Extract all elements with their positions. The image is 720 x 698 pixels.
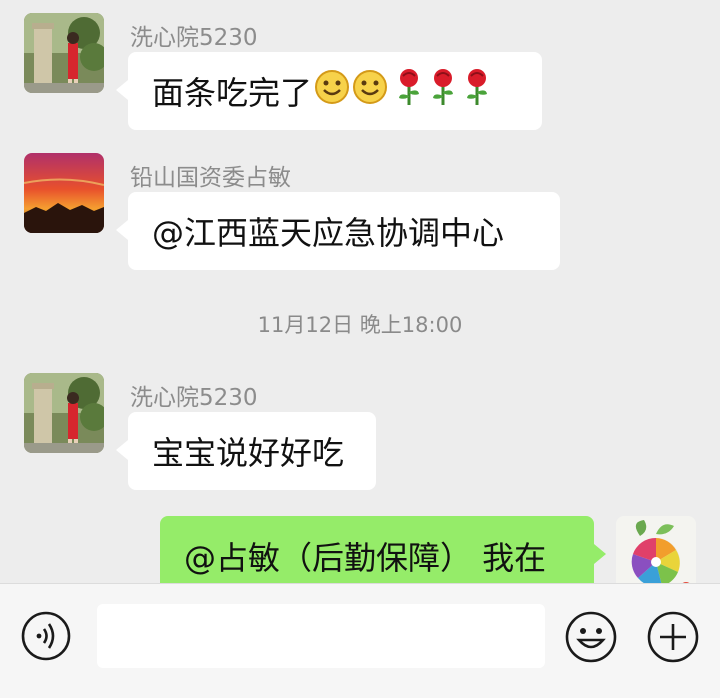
chat-area: 洗心院5230 面条吃完了 铅山国资委占敏 @江西蓝天应急协调中心 11月12日… xyxy=(0,0,720,583)
avatar[interactable] xyxy=(24,373,104,453)
avatar-photo-garden xyxy=(24,373,104,453)
avatar[interactable] xyxy=(24,13,104,93)
rose-emoji-icon xyxy=(394,68,424,114)
message-bubble[interactable]: @江西蓝天应急协调中心 xyxy=(116,192,560,270)
plus-icon[interactable] xyxy=(646,610,700,668)
input-bar xyxy=(0,583,720,698)
message-bubble[interactable]: 宝宝说好好吃 xyxy=(116,412,376,490)
smile-emoji-icon xyxy=(352,69,388,113)
message-bubble-outgoing[interactable]: @占敏（后勤保障） 我在 xyxy=(160,516,606,583)
message-input[interactable] xyxy=(97,604,545,668)
avatar[interactable] xyxy=(24,153,104,233)
avatar-photo-garden xyxy=(24,13,104,93)
rose-emoji-icon xyxy=(462,68,492,114)
voice-icon[interactable] xyxy=(20,610,72,666)
message-bubble[interactable]: 面条吃完了 xyxy=(116,52,542,130)
rose-emoji-icon xyxy=(428,68,458,114)
avatar-self[interactable] xyxy=(616,516,696,583)
emoji-icon[interactable] xyxy=(564,610,618,668)
avatar-photo-sunset xyxy=(24,153,104,233)
sender-name: 洗心院5230 xyxy=(130,25,258,51)
message-text: 宝宝说好好吃 xyxy=(152,434,345,472)
message-text: 面条吃完了 xyxy=(152,74,313,112)
avatar-photo-citrus xyxy=(616,516,696,583)
timestamp: 11月12日 晚上18:00 xyxy=(257,313,463,337)
sender-name: 铅山国资委占敏 xyxy=(130,165,291,191)
smile-emoji-icon xyxy=(314,69,350,113)
message-text: @江西蓝天应急协调中心 xyxy=(152,214,505,252)
message-text: @占敏（后勤保障） 我在 xyxy=(184,539,547,577)
sender-name: 洗心院5230 xyxy=(130,385,258,411)
